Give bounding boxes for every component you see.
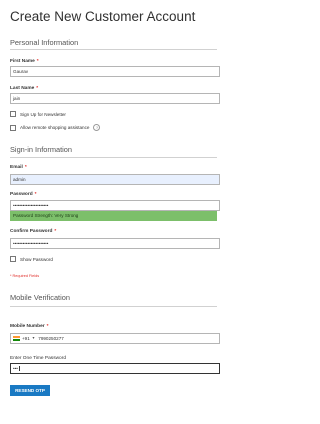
newsletter-checkbox[interactable] [10,111,16,117]
remote-assistance-checkbox[interactable] [10,124,16,131]
password-strength-meter: Password Strength: Very Strong [10,211,217,221]
last-name-label: Last Name * [10,86,39,91]
email-label: Email * [10,165,27,170]
india-flag-icon[interactable] [13,336,20,342]
help-icon[interactable]: ? [93,124,101,131]
resend-otp-button[interactable]: RESEND OTP [10,385,50,396]
remote-assistance-label: Allow remote shopping assistance [20,125,90,130]
show-password-label: Show Password [20,256,53,262]
otp-label: Enter One Time Password [10,356,66,361]
required-marker: * [24,165,27,170]
required-marker: * [46,324,49,329]
confirm-password-input[interactable]: •••••••••••••••••••••• [10,238,220,249]
mobile-number-value: 7990250277 [38,336,64,341]
required-marker: * [36,86,39,91]
signin-info-heading: Sign-in Information [10,145,73,154]
section-divider [10,306,217,307]
show-password-option[interactable]: Show Password [10,256,53,262]
password-label: Password * [10,192,37,197]
section-divider [10,49,217,50]
chevron-down-icon[interactable]: ▼ [32,334,35,343]
personal-info-heading: Personal Information [10,38,79,47]
mobile-number-input[interactable]: +91 ▼ 7990250277 [10,333,220,344]
show-password-checkbox[interactable] [10,256,16,262]
text-cursor [18,366,20,372]
otp-value: ••• [13,366,18,371]
remote-assistance-option[interactable]: Allow remote shopping assistance ? [10,124,101,131]
email-input[interactable]: admin [10,174,220,185]
newsletter-option[interactable]: Sign Up for Newsletter [10,111,66,117]
confirm-password-label: Confirm Password * [10,229,57,234]
required-marker: * [54,229,57,234]
page-title: Create New Customer Account [10,9,196,24]
dial-code[interactable]: +91 [22,334,30,343]
section-divider [10,157,217,158]
required-marker: * [36,59,39,64]
first-name-label: First Name * [10,59,39,64]
required-fields-note: * Required Fields [10,274,40,278]
otp-input[interactable]: ••• [10,363,220,374]
first-name-input[interactable]: Gaurav [10,66,220,77]
password-input[interactable]: •••••••••••••••••••••• [10,200,220,211]
mobile-verification-heading: Mobile Verification [10,293,70,302]
newsletter-label: Sign Up for Newsletter [20,111,66,117]
required-marker: * [34,192,37,197]
last-name-input[interactable]: jain [10,93,220,104]
mobile-number-label: Mobile Number * [10,324,49,329]
